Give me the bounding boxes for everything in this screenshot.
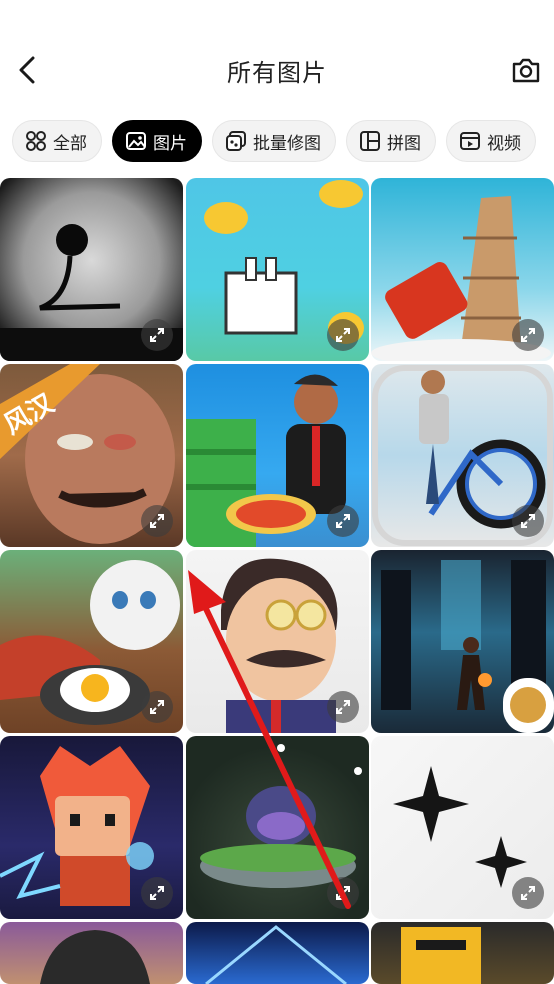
thumbnail[interactable]: [0, 178, 183, 361]
game-art: [205, 925, 347, 984]
expand-button[interactable]: [141, 877, 173, 909]
thumbnail[interactable]: 风汉: [0, 364, 183, 547]
expand-icon: [150, 514, 164, 528]
tab-collage[interactable]: 拼图: [346, 120, 436, 162]
tab-images[interactable]: 图片: [112, 120, 202, 162]
game-art: [381, 560, 554, 733]
expand-icon: [150, 328, 164, 342]
expand-icon: [521, 886, 535, 900]
expand-icon: [336, 328, 350, 342]
expand-icon: [521, 328, 535, 342]
tab-batch-edit[interactable]: 批量修图: [212, 120, 336, 162]
thumbnail[interactable]: [186, 922, 369, 984]
thumbnail[interactable]: [0, 736, 183, 919]
expand-button[interactable]: [327, 319, 359, 351]
expand-button[interactable]: [141, 319, 173, 351]
expand-icon: [336, 514, 350, 528]
image-icon: [125, 130, 147, 152]
expand-button[interactable]: [327, 505, 359, 537]
filter-tabs: 全部 图片 批量修图 拼图 视频: [12, 120, 554, 162]
video-icon: [459, 130, 481, 152]
thumbnail[interactable]: [186, 550, 369, 733]
tab-label: 全部: [53, 133, 87, 154]
top-bar: 所有图片: [0, 0, 554, 110]
thumbnail[interactable]: [371, 922, 554, 984]
thumbnail[interactable]: [0, 550, 183, 733]
expand-button[interactable]: [141, 505, 173, 537]
thumbnail[interactable]: [371, 736, 554, 919]
batch-edit-icon: [225, 130, 247, 152]
tab-label: 拼图: [387, 133, 421, 154]
expand-button[interactable]: [512, 505, 544, 537]
camera-icon: [512, 58, 540, 83]
tab-label: 视频: [487, 133, 521, 154]
expand-icon: [336, 700, 350, 714]
thumbnail[interactable]: [371, 364, 554, 547]
expand-button[interactable]: [512, 319, 544, 351]
thumbnail[interactable]: [186, 364, 369, 547]
expand-icon: [150, 700, 164, 714]
expand-icon: [150, 886, 164, 900]
expand-icon: [521, 514, 535, 528]
game-art: [401, 927, 481, 984]
expand-icon: [336, 886, 350, 900]
thumbnail[interactable]: [0, 922, 183, 984]
thumbnail[interactable]: [186, 178, 369, 361]
expand-button[interactable]: [327, 691, 359, 723]
tab-video[interactable]: 视频: [446, 120, 536, 162]
expand-button[interactable]: [327, 877, 359, 909]
game-art: [40, 930, 150, 984]
thumbnail[interactable]: [371, 178, 554, 361]
collage-icon: [359, 130, 381, 152]
thumbnail[interactable]: [186, 736, 369, 919]
page-title: 所有图片: [227, 59, 327, 87]
thumbnail[interactable]: [371, 550, 554, 733]
camera-button[interactable]: [508, 52, 544, 88]
grid-icon: [25, 130, 47, 152]
tab-all[interactable]: 全部: [12, 120, 102, 162]
expand-button[interactable]: [512, 877, 544, 909]
expand-button[interactable]: [141, 691, 173, 723]
tab-label: 图片: [153, 133, 187, 154]
tab-label: 批量修图: [253, 133, 321, 154]
